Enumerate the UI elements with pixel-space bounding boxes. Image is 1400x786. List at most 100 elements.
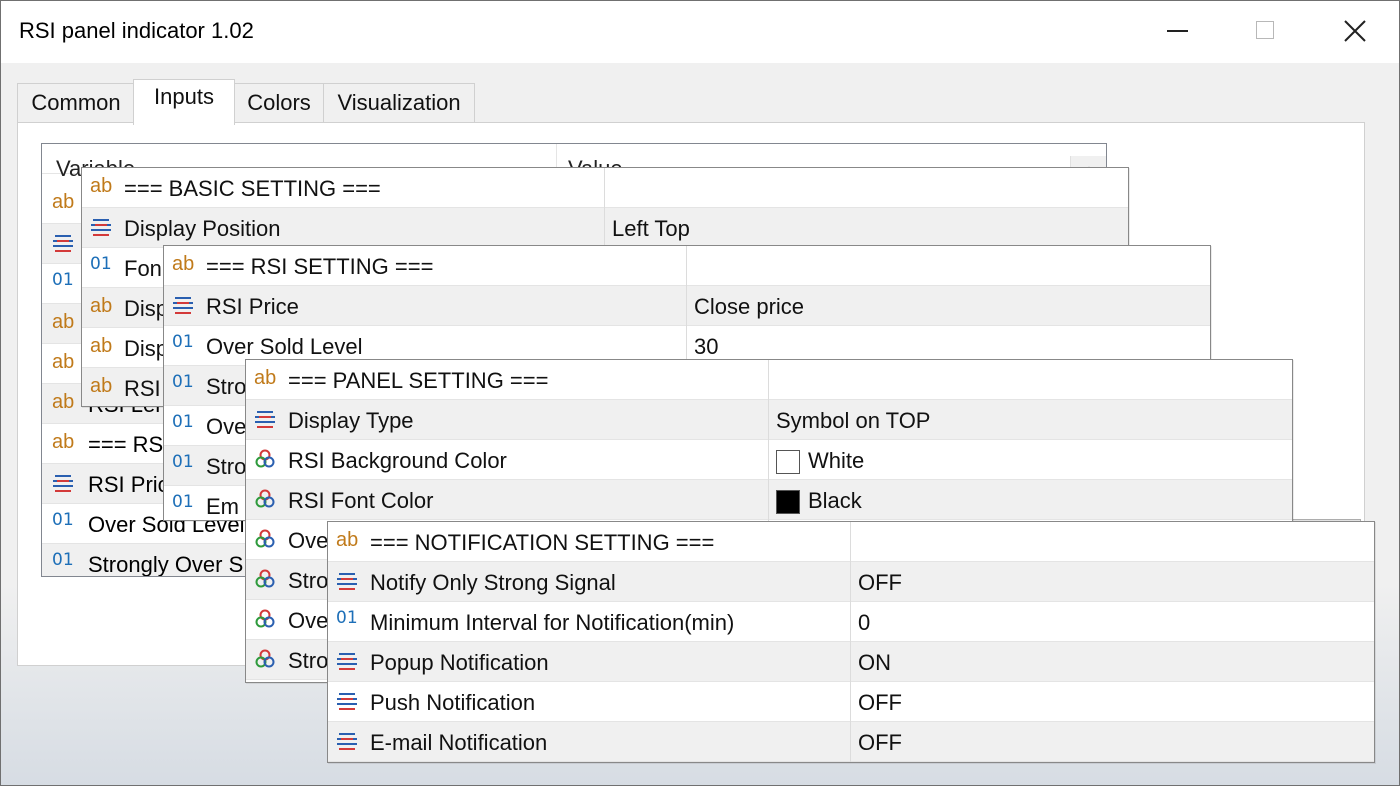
- input-name: Stro: [288, 648, 329, 673]
- input-value[interactable]: Symbol on TOP: [776, 408, 930, 434]
- number-type-icon: 01: [90, 254, 112, 274]
- input-row[interactable]: E-mail Notification OFF: [328, 722, 1374, 762]
- column-divider: [604, 168, 605, 208]
- input-value[interactable]: 0: [858, 610, 870, 636]
- window-title: RSI panel indicator 1.02: [19, 18, 254, 43]
- input-row[interactable]: Display Position Left Top: [82, 208, 1128, 248]
- input-name: Disp: [124, 296, 169, 321]
- grid-row-label: === RS: [88, 432, 164, 457]
- input-name: Ove: [206, 414, 247, 439]
- number-type-icon: 01: [52, 550, 74, 570]
- input-row[interactable]: Push Notification OFF: [328, 682, 1374, 722]
- string-type-icon: ab: [172, 253, 195, 275]
- close-button[interactable]: [1333, 11, 1377, 51]
- input-row[interactable]: RSI Background Color White: [246, 440, 1292, 480]
- column-divider: [850, 522, 851, 562]
- input-value[interactable]: White: [808, 448, 864, 474]
- input-name: RSI Background Color: [288, 448, 507, 473]
- string-type-icon: ab: [90, 295, 113, 317]
- tab-visualization[interactable]: Visualization: [323, 83, 475, 123]
- input-value[interactable]: Close price: [694, 294, 804, 320]
- input-value[interactable]: OFF: [858, 570, 902, 596]
- string-type-icon: ab: [90, 175, 113, 197]
- color-type-icon: [254, 488, 276, 515]
- input-row[interactable]: Display Type Symbol on TOP: [246, 400, 1292, 440]
- input-value[interactable]: OFF: [858, 690, 902, 716]
- input-name: Ove: [288, 528, 329, 553]
- color-type-icon: [254, 608, 276, 635]
- enum-type-icon: [90, 216, 112, 243]
- string-type-icon: ab: [254, 367, 277, 389]
- string-type-icon: ab: [52, 191, 75, 213]
- number-type-icon: 01: [52, 510, 74, 530]
- input-name: Notify Only Strong Signal: [370, 570, 616, 595]
- column-divider: [768, 400, 769, 440]
- input-value[interactable]: Left Top: [612, 216, 690, 242]
- input-name: Popup Notification: [370, 650, 549, 675]
- column-divider: [850, 602, 851, 642]
- maximize-icon: [1256, 21, 1274, 39]
- column-divider: [768, 360, 769, 400]
- enum-type-icon: [336, 690, 358, 717]
- close-icon: [1344, 20, 1366, 42]
- maximize-button[interactable]: [1243, 11, 1287, 51]
- number-type-icon: 01: [172, 492, 194, 512]
- minimize-button[interactable]: [1155, 11, 1199, 51]
- input-name: Stro: [206, 454, 247, 479]
- section-header-row[interactable]: ab === PANEL SETTING ===: [246, 360, 1292, 400]
- tab-inputs[interactable]: Inputs: [133, 79, 235, 125]
- column-divider: [850, 642, 851, 682]
- input-row[interactable]: 01 Minimum Interval for Notification(min)…: [328, 602, 1374, 642]
- string-type-icon: ab: [52, 311, 75, 333]
- input-name: Em: [206, 494, 239, 519]
- input-name: Push Notification: [370, 690, 536, 715]
- input-name: === PANEL SETTING ===: [288, 368, 549, 393]
- grid-row-label: Strongly Over S: [88, 552, 244, 577]
- enum-type-icon: [52, 472, 74, 500]
- string-type-icon: ab: [52, 431, 75, 453]
- input-name: Disp: [124, 336, 169, 361]
- column-divider: [686, 246, 687, 286]
- input-name: === RSI SETTING ===: [206, 254, 434, 279]
- input-name: Fon: [124, 256, 162, 281]
- number-type-icon: 01: [172, 452, 194, 472]
- minimize-icon: [1167, 30, 1188, 32]
- tab-colors[interactable]: Colors: [233, 83, 325, 123]
- input-name: Over Sold Level: [206, 334, 363, 359]
- input-name: === BASIC SETTING ===: [124, 176, 381, 201]
- string-type-icon: ab: [52, 351, 75, 373]
- number-type-icon: 01: [172, 332, 194, 352]
- tab-common[interactable]: Common: [17, 83, 135, 123]
- enum-type-icon: [336, 730, 358, 757]
- number-type-icon: 01: [52, 270, 74, 290]
- grid-row-label: RSI Pric: [88, 472, 169, 497]
- input-name: Ove: [288, 608, 329, 633]
- input-row[interactable]: Popup Notification ON: [328, 642, 1374, 682]
- input-name: Stro: [288, 568, 329, 593]
- input-row[interactable]: RSI Price Close price: [164, 286, 1210, 326]
- input-value[interactable]: Black: [808, 488, 862, 514]
- input-value[interactable]: ON: [858, 650, 891, 676]
- color-swatch: [776, 450, 800, 474]
- color-swatch: [776, 490, 800, 514]
- input-row[interactable]: Notify Only Strong Signal OFF: [328, 562, 1374, 602]
- input-name: Minimum Interval for Notification(min): [370, 610, 735, 635]
- section-header-row[interactable]: ab === BASIC SETTING ===: [82, 168, 1128, 208]
- input-value[interactable]: 30: [694, 334, 718, 360]
- number-type-icon: 01: [172, 412, 194, 432]
- input-row[interactable]: RSI Font Color Black: [246, 480, 1292, 520]
- color-type-icon: [254, 648, 276, 675]
- input-value[interactable]: OFF: [858, 730, 902, 756]
- column-divider: [686, 286, 687, 326]
- number-type-icon: 01: [172, 372, 194, 392]
- string-type-icon: ab: [90, 375, 113, 397]
- title-bar: RSI panel indicator 1.02: [1, 1, 1399, 63]
- string-type-icon: ab: [336, 529, 359, 551]
- section-header-row[interactable]: ab === RSI SETTING ===: [164, 246, 1210, 286]
- color-type-icon: [254, 448, 276, 475]
- input-name: E-mail Notification: [370, 730, 548, 755]
- column-divider: [768, 480, 769, 520]
- column-divider: [604, 208, 605, 248]
- column-divider: [768, 440, 769, 480]
- section-header-row[interactable]: ab === NOTIFICATION SETTING ===: [328, 522, 1374, 562]
